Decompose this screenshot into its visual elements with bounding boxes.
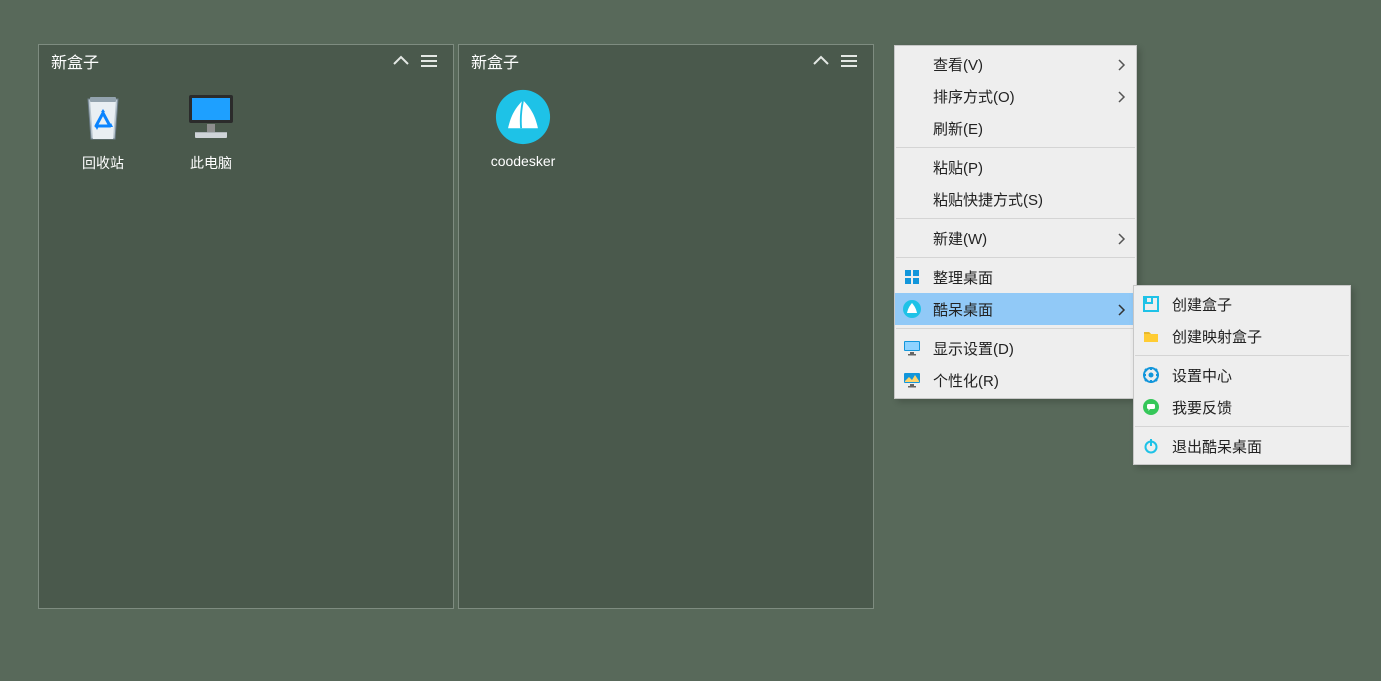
chevron-right-icon <box>1118 90 1126 102</box>
menu-separator <box>896 328 1135 329</box>
menu-label: 新建(W) <box>933 228 987 249</box>
coodesker-app-icon <box>495 89 551 145</box>
menu-label: 设置中心 <box>1172 365 1232 386</box>
menu-icon[interactable] <box>417 49 441 73</box>
menu-label: 刷新(E) <box>933 118 983 139</box>
gear-icon <box>1142 366 1160 384</box>
menu-separator <box>1135 426 1349 427</box>
menu-label: 排序方式(O) <box>933 86 1015 107</box>
menu-item-paste[interactable]: 粘贴(P) <box>895 151 1136 183</box>
menu-separator <box>896 147 1135 148</box>
menu-label: 粘贴(P) <box>933 157 983 178</box>
menu-item-personalize[interactable]: 个性化(R) <box>895 364 1136 396</box>
recycle-bin-icon <box>75 89 131 145</box>
menu-item-organize-desktop[interactable]: 整理桌面 <box>895 261 1136 293</box>
desktop-icon-label: 此电脑 <box>190 153 232 173</box>
folder-icon <box>1142 327 1160 345</box>
menu-label: 整理桌面 <box>933 267 993 288</box>
submenu-item-settings[interactable]: 设置中心 <box>1134 359 1350 391</box>
menu-separator <box>896 218 1135 219</box>
menu-label: 我要反馈 <box>1172 397 1232 418</box>
box-title: 新盒子 <box>51 49 385 73</box>
power-icon <box>1142 437 1160 455</box>
desktop-box-1: 新盒子 回 <box>38 44 454 609</box>
menu-label: 粘贴快捷方式(S) <box>933 189 1043 210</box>
desktop-box-2: 新盒子 coodesker <box>458 44 874 609</box>
box-title: 新盒子 <box>471 49 805 73</box>
collapse-icon[interactable] <box>809 49 833 73</box>
menu-label: 酷呆桌面 <box>933 299 993 320</box>
submenu-item-create-mapped-box[interactable]: 创建映射盒子 <box>1134 320 1350 352</box>
submenu-item-create-box[interactable]: 创建盒子 <box>1134 288 1350 320</box>
desktop-icon-coodesker[interactable]: coodesker <box>473 89 573 169</box>
desktop-icon-label: 回收站 <box>82 153 124 173</box>
menu-item-view[interactable]: 查看(V) <box>895 48 1136 80</box>
menu-label: 创建映射盒子 <box>1172 326 1262 347</box>
chevron-right-icon <box>1118 303 1126 315</box>
submenu-item-feedback[interactable]: 我要反馈 <box>1134 391 1350 423</box>
menu-icon[interactable] <box>837 49 861 73</box>
menu-item-paste-shortcut[interactable]: 粘贴快捷方式(S) <box>895 183 1136 215</box>
personalize-icon <box>903 371 921 389</box>
chat-icon <box>1142 398 1160 416</box>
desktop-icon-label: coodesker <box>491 153 556 169</box>
menu-label: 创建盒子 <box>1172 294 1232 315</box>
menu-label: 查看(V) <box>933 54 983 75</box>
menu-label: 退出酷呆桌面 <box>1172 436 1262 457</box>
box-header[interactable]: 新盒子 <box>459 45 873 77</box>
menu-item-display-settings[interactable]: 显示设置(D) <box>895 332 1136 364</box>
monitor-icon <box>903 339 921 357</box>
menu-item-new[interactable]: 新建(W) <box>895 222 1136 254</box>
menu-item-coodesker[interactable]: 酷呆桌面 <box>895 293 1136 325</box>
menu-label: 个性化(R) <box>933 370 999 391</box>
desktop-icon-recycle-bin[interactable]: 回收站 <box>53 89 153 173</box>
menu-item-refresh[interactable]: 刷新(E) <box>895 112 1136 144</box>
box-body: 回收站 此电脑 <box>39 77 453 608</box>
coodesker-submenu: 创建盒子 创建映射盒子 设置中心 <box>1133 285 1351 465</box>
menu-separator <box>896 257 1135 258</box>
chevron-right-icon <box>1118 232 1126 244</box>
coodesker-icon <box>903 300 921 318</box>
box-body: coodesker <box>459 77 873 608</box>
menu-label: 显示设置(D) <box>933 338 1014 359</box>
desktop-context-menu: 查看(V) 排序方式(O) 刷新(E) 粘贴(P) 粘贴快捷方式(S) 新建(W… <box>894 45 1137 399</box>
box-header[interactable]: 新盒子 <box>39 45 453 77</box>
create-box-icon <box>1142 295 1160 313</box>
menu-separator <box>1135 355 1349 356</box>
collapse-icon[interactable] <box>389 49 413 73</box>
menu-item-sort[interactable]: 排序方式(O) <box>895 80 1136 112</box>
grid-icon <box>903 268 921 286</box>
chevron-right-icon <box>1118 58 1126 70</box>
this-pc-icon <box>183 89 239 145</box>
desktop-icon-this-pc[interactable]: 此电脑 <box>161 89 261 173</box>
submenu-item-exit[interactable]: 退出酷呆桌面 <box>1134 430 1350 462</box>
